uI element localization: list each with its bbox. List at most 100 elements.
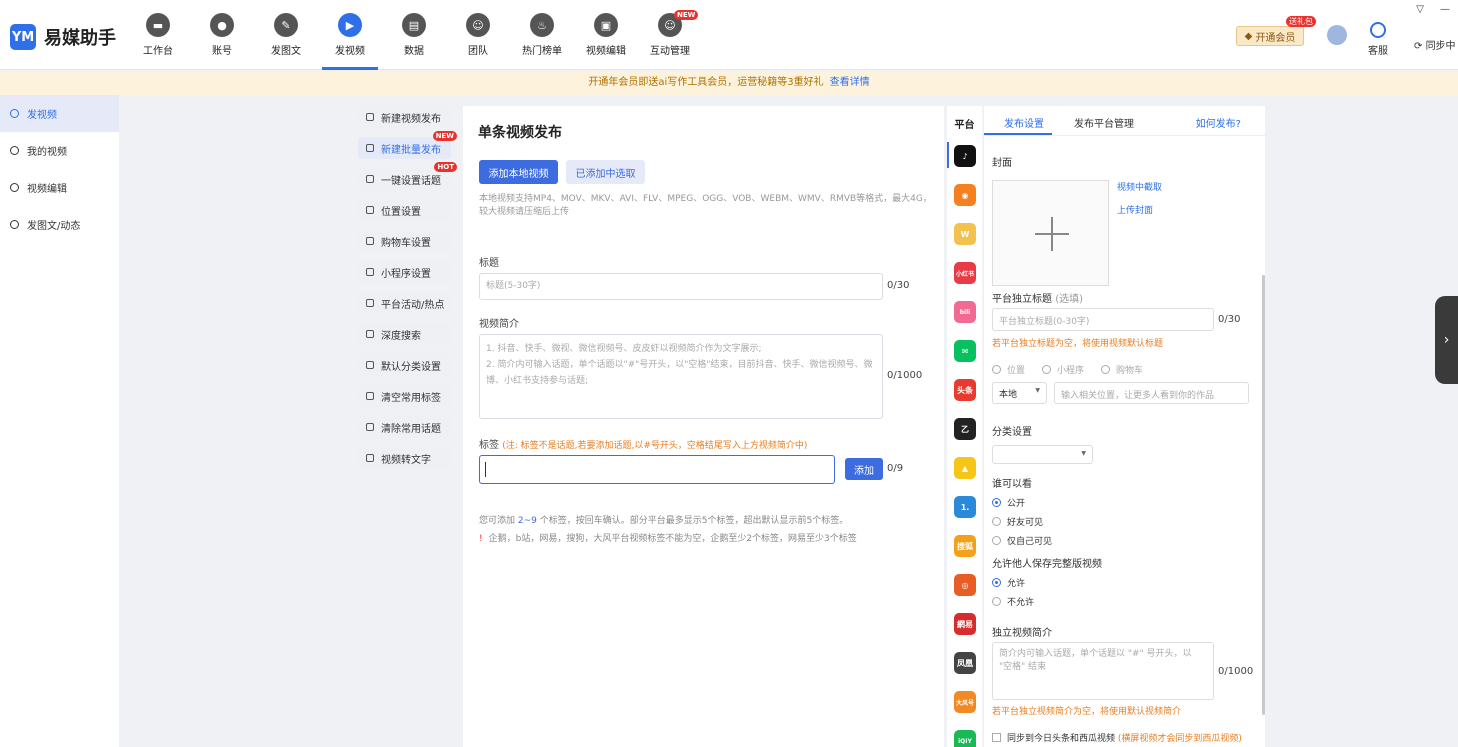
submenu-new-video[interactable]: 新建视频发布 [358,106,451,128]
hash-icon [366,175,374,183]
save-allow[interactable]: 允许 [992,576,1025,589]
douyin-icon[interactable]: ♪ [954,145,976,167]
nav-item-account[interactable]: ● 账号 [190,0,254,70]
upload-cover-link[interactable]: 上传封面 [1117,203,1153,216]
tab-underline [984,133,1052,135]
title-input[interactable]: 标题(5-30字) [479,273,883,300]
tag-tip: 您可添加 2~9 个标签，按回车确认。部分平台最多显示5个标签，超出默认显示前5… [479,513,848,526]
xiaohongshu-icon[interactable]: 小红书 [954,262,976,284]
checkbox-note: (横屏视频才会同步到西瓜视频) [1117,734,1242,744]
indep-title-counter: 0/30 [1218,314,1241,325]
nav-item-video-edit[interactable]: ▣ 视频编辑 [574,0,638,70]
add-tag-button[interactable]: 添加 [845,458,883,480]
collapse-panel-handle[interactable]: › [1435,296,1458,384]
submenu-clear-topics[interactable]: 清除常用话题 [358,416,451,438]
warning-icon: ! [479,534,483,544]
zhihu-icon[interactable]: 乙 [954,418,976,440]
sohu-icon[interactable]: 搜狐 [954,535,976,557]
radio-icon [992,578,1001,587]
wechat-channels-icon[interactable]: ✉ [954,340,976,362]
desc-textarea[interactable]: 1. 抖音、快手、微视、微信视频号、皮皮虾以视频简介作为文字展示; 2. 简介内… [479,334,883,419]
location-option[interactable]: 位置 [992,363,1025,376]
location-input[interactable]: 输入相关位置，让更多人看到你的作品 [1054,382,1249,404]
nav-item-trending[interactable]: ♨ 热门榜单 [510,0,574,70]
select-added-button[interactable]: 已添加中选取 [566,160,645,184]
headset-icon [1370,22,1386,38]
visibility-self[interactable]: 仅自己可见 [992,534,1052,547]
kuaishou-icon[interactable]: ◉ [954,184,976,206]
baijiahao-icon[interactable]: 1. [954,496,976,518]
sidebar-item-video-edit[interactable]: 视频编辑 [0,169,119,206]
tag-input[interactable] [479,455,835,484]
window-controls: ▽ — [1416,4,1450,15]
nav-item-workbench[interactable]: ▬ 工作台 [126,0,190,70]
indep-title-note: 若平台独立标题为空，将使用视频默认标题 [992,339,1164,349]
sidebar-item-post-video[interactable]: 发视频 [0,95,119,132]
submenu-batch-publish[interactable]: 新建批量发布 NEW [358,131,457,159]
submenu-default-category[interactable]: 默认分类设置 [358,354,451,376]
desc-label: 视频简介 [479,319,519,330]
sync-toutiao-checkbox[interactable]: 同步到今日头条和西瓜视频 (横屏视频才会同步到西瓜视频) [992,731,1242,744]
sync-status[interactable]: ⟳ 同步中 [1414,37,1456,52]
nav-item-data[interactable]: ▤ 数据 [382,0,446,70]
avatar[interactable] [1327,25,1347,45]
visibility-friends[interactable]: 好友可见 [992,515,1043,528]
category-select[interactable]: ▼ [992,445,1093,464]
submenu-activity[interactable]: 平台活动/热点 [358,292,451,314]
nav-item-interaction[interactable]: ☺ 互动管理 NEW [638,0,702,70]
nav-item-team[interactable]: ☺ 团队 [446,0,510,70]
netease-icon[interactable]: 網易 [954,613,976,635]
nav-label: 发图文 [271,46,301,57]
submenu-miniprogram[interactable]: 小程序设置 [358,261,451,283]
submenu-deep-search[interactable]: 深度搜索 [358,323,451,345]
submenu-label: 平台活动/热点 [381,299,445,311]
add-local-video-button[interactable]: 添加本地视频 [479,160,558,184]
publish-form: 单条视频发布 添加本地视频 已添加中选取 本地视频支持MP4、MOV、MKV、A… [463,106,944,747]
option-label: 好友可见 [1007,518,1044,528]
sidebar-item-label: 视频编辑 [27,184,67,195]
option-label: 不允许 [1007,598,1035,608]
vip-button[interactable]: ◆ 开通会员 [1236,26,1304,46]
save-deny[interactable]: 不允许 [992,595,1034,608]
location-select[interactable]: 本地 ▼ [992,382,1047,404]
toutiao-icon[interactable]: 头条 [954,379,976,401]
submenu-set-topic[interactable]: 一键设置话题 HOT [358,162,457,190]
submenu-location[interactable]: 位置设置 [358,199,451,221]
weibo-icon[interactable]: ◎ [954,574,976,596]
dafeng-icon[interactable]: 大风号 [954,691,976,713]
tag-counter: 0/9 [887,463,904,474]
tip-prefix: 您可添加 [479,516,516,526]
video-icon [10,146,19,155]
nav-item-post-article[interactable]: ✎ 发图文 [254,0,318,70]
indep-title-input[interactable]: 平台独立标题(0-30字) [992,308,1214,331]
submenu-clear-tags[interactable]: 清空常用标签 [358,385,451,407]
dropdown-icon[interactable]: ▽ [1416,4,1424,15]
sidebar-item-my-videos[interactable]: 我的视频 [0,132,119,169]
indep-desc-label: 独立视频简介 [992,628,1052,639]
cover-from-video-link[interactable]: 视频中截取 [1117,180,1162,193]
help-link[interactable]: 如何发布? [1196,115,1241,130]
nav-label: 热门榜单 [522,46,562,57]
settings-scrollbar[interactable] [1262,275,1265,715]
fengxiang-icon[interactable]: 凤凰 [954,652,976,674]
bilibili-icon[interactable]: bili [954,301,976,323]
nav-item-post-video[interactable]: ▶ 发视频 [318,0,382,70]
miniprogram-option[interactable]: 小程序 [1042,363,1084,376]
sync-icon: ⟳ [1414,41,1426,52]
submenu-cart[interactable]: 购物车设置 [358,230,451,252]
minimize-icon[interactable]: — [1440,4,1450,15]
banner-link[interactable]: 查看详情 [830,77,870,88]
indep-desc-textarea[interactable]: 简介内可输入话题，单个话题以 "#" 号开头，以 "空格" 结束 [992,642,1214,700]
app-logo[interactable]: YM 易媒助手 [10,24,116,50]
sidebar-item-post-article[interactable]: 发图文/动态 [0,206,119,243]
tab-publish-settings[interactable]: 发布设置 [1004,115,1044,130]
cart-option[interactable]: 购物车 [1101,363,1143,376]
qq-penguin-icon[interactable]: ▲ [954,457,976,479]
submenu-video-to-text[interactable]: 视频转文字 [358,447,451,469]
cover-upload-box[interactable] [992,180,1109,286]
tab-platform-management[interactable]: 发布平台管理 [1074,115,1134,130]
support-button[interactable]: 客服 [1368,22,1388,57]
weishi-icon[interactable]: W [954,223,976,245]
iqiyi-icon[interactable]: iQIY [954,730,976,747]
visibility-public[interactable]: 公开 [992,496,1025,509]
